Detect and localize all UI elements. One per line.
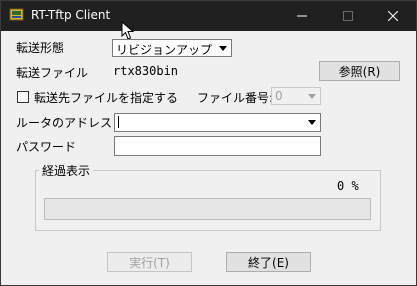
text-caret [118, 116, 119, 128]
password-field[interactable] [114, 136, 321, 156]
run-button[interactable]: 実行(T) [107, 252, 192, 272]
router-address-label: ルータのアドレス [16, 116, 113, 130]
transfer-file-value: rtx830bin [113, 64, 179, 78]
transfer-file-label: 転送ファイル [16, 66, 89, 80]
file-number-label: ファイル番号: [197, 91, 274, 105]
chevron-down-icon [216, 41, 230, 55]
maximize-button[interactable] [325, 1, 371, 31]
app-window: RT-Tftp Client 転送形態 リビジョンアップ 転送ファイル rtx8… [0, 0, 417, 286]
file-number-value: 0 [275, 89, 283, 103]
chevron-down-icon [305, 115, 319, 129]
app-icon [9, 8, 24, 21]
chevron-down-icon [305, 89, 319, 103]
close-icon [388, 11, 398, 21]
transfer-mode-value: リビジョンアップ [116, 43, 213, 57]
close-button[interactable] [370, 1, 416, 31]
file-number-select[interactable]: 0 [271, 87, 321, 105]
maximize-icon [343, 11, 353, 21]
minimize-button[interactable] [279, 1, 325, 31]
transfer-mode-label: 転送形態 [16, 41, 65, 55]
dest-file-checkbox[interactable] [17, 91, 29, 103]
transfer-mode-select[interactable]: リビジョンアップ [112, 39, 232, 57]
minimize-icon [297, 15, 307, 17]
progress-percent: 0 % [337, 179, 359, 193]
progress-group-label: 経過表示 [39, 162, 94, 179]
title-bar[interactable]: RT-Tftp Client [1, 1, 416, 40]
window-title: RT-Tftp Client [31, 8, 111, 22]
exit-button[interactable]: 終了(E) [226, 252, 311, 272]
dest-file-checkbox-label[interactable]: 転送先ファイルを指定する [34, 89, 178, 106]
progress-bar [44, 198, 371, 220]
browse-button[interactable]: 参照(R) [319, 61, 400, 81]
router-address-combo[interactable] [114, 113, 321, 132]
mouse-cursor-icon [121, 21, 135, 40]
password-label: パスワード [16, 140, 77, 154]
